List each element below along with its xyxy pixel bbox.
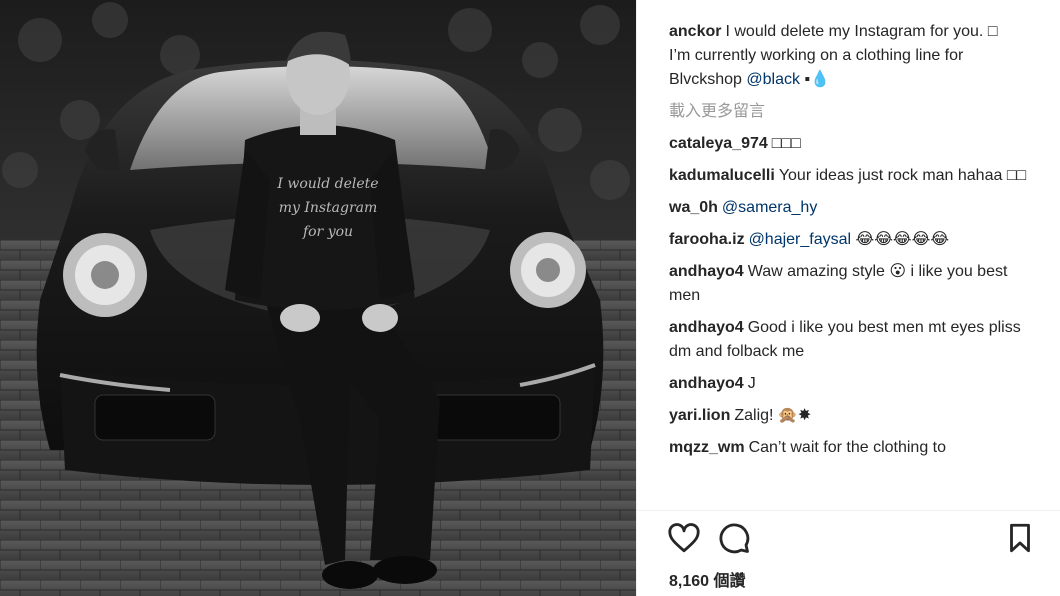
comment-username[interactable]: kadumalucelli bbox=[669, 167, 775, 184]
like-count[interactable]: 8,160 個讚 bbox=[669, 567, 746, 591]
post-caption: anckor I would delete my Instagram for yo… bbox=[669, 20, 1029, 92]
instagram-post: I would delete my Instagram for you anck… bbox=[0, 0, 1060, 596]
comment-text: Your ideas just rock man hahaa □□ bbox=[778, 167, 1027, 184]
comment-username[interactable]: wa_0h bbox=[669, 199, 718, 216]
comment-item: yari.lion Zalig! 🙊✸ bbox=[669, 404, 1029, 428]
comment-bubble-icon[interactable] bbox=[717, 521, 751, 555]
comment-item: mqzz_wm Can’t wait for the clothing to bbox=[669, 436, 1029, 460]
comment-username[interactable]: farooha.iz bbox=[669, 231, 745, 248]
comment-mention[interactable]: @samera_hy bbox=[722, 199, 817, 216]
caption-username[interactable]: anckor bbox=[669, 23, 721, 40]
comments-list[interactable]: anckor I would delete my Instagram for yo… bbox=[669, 20, 1029, 510]
shirt-text-line-2: my Instagram bbox=[279, 200, 378, 216]
action-bar: 8,160 個讚 bbox=[637, 510, 1060, 596]
comment-item: andhayo4 Waw amazing style 😮 i like you b… bbox=[669, 260, 1029, 308]
comment-mention[interactable]: @hajer_faysal bbox=[749, 231, 852, 248]
comment-text: □□□ bbox=[771, 135, 801, 152]
comment-text: 😂😂😂😂😂 bbox=[855, 231, 950, 248]
comment-item: cataleya_974 □□□ bbox=[669, 132, 1029, 156]
comment-text: Can’t wait for the clothing to bbox=[748, 439, 947, 456]
comment-username[interactable]: andhayo4 bbox=[669, 319, 744, 336]
caption-line-1: I would delete my Instagram for you. □ bbox=[725, 23, 998, 40]
comment-text: J bbox=[747, 375, 756, 392]
comment-item: kadumalucelli Your ideas just rock man ha… bbox=[669, 164, 1029, 188]
shirt-text-line-3: for you bbox=[302, 224, 353, 240]
comment-item: andhayo4 Good i like you best men mt eyes… bbox=[669, 316, 1029, 364]
post-photo[interactable]: I would delete my Instagram for you bbox=[0, 0, 636, 596]
photo-illustration: I would delete my Instagram for you bbox=[0, 0, 636, 596]
heart-icon[interactable] bbox=[667, 521, 701, 555]
comment-username[interactable]: mqzz_wm bbox=[669, 439, 745, 456]
caption-mention[interactable]: @black bbox=[746, 71, 800, 88]
post-sidebar: anckor I would delete my Instagram for yo… bbox=[636, 0, 1060, 596]
bookmark-icon[interactable] bbox=[1003, 521, 1037, 555]
load-more-comments-link[interactable]: 載入更多留言 bbox=[669, 100, 1029, 124]
comment-username[interactable]: yari.lion bbox=[669, 407, 730, 424]
shirt-text-line-1: I would delete bbox=[276, 176, 378, 192]
comment-username[interactable]: andhayo4 bbox=[669, 263, 744, 280]
comment-item: farooha.iz @hajer_faysal 😂😂😂😂😂 bbox=[669, 228, 1029, 252]
comment-username[interactable]: cataleya_974 bbox=[669, 135, 768, 152]
comment-item: andhayo4 J bbox=[669, 372, 1029, 396]
comment-item: wa_0h @samera_hy bbox=[669, 196, 1029, 220]
caption-emoji: ▪💧 bbox=[804, 71, 831, 88]
comment-username[interactable]: andhayo4 bbox=[669, 375, 744, 392]
comment-text: Zalig! 🙊✸ bbox=[734, 407, 812, 424]
